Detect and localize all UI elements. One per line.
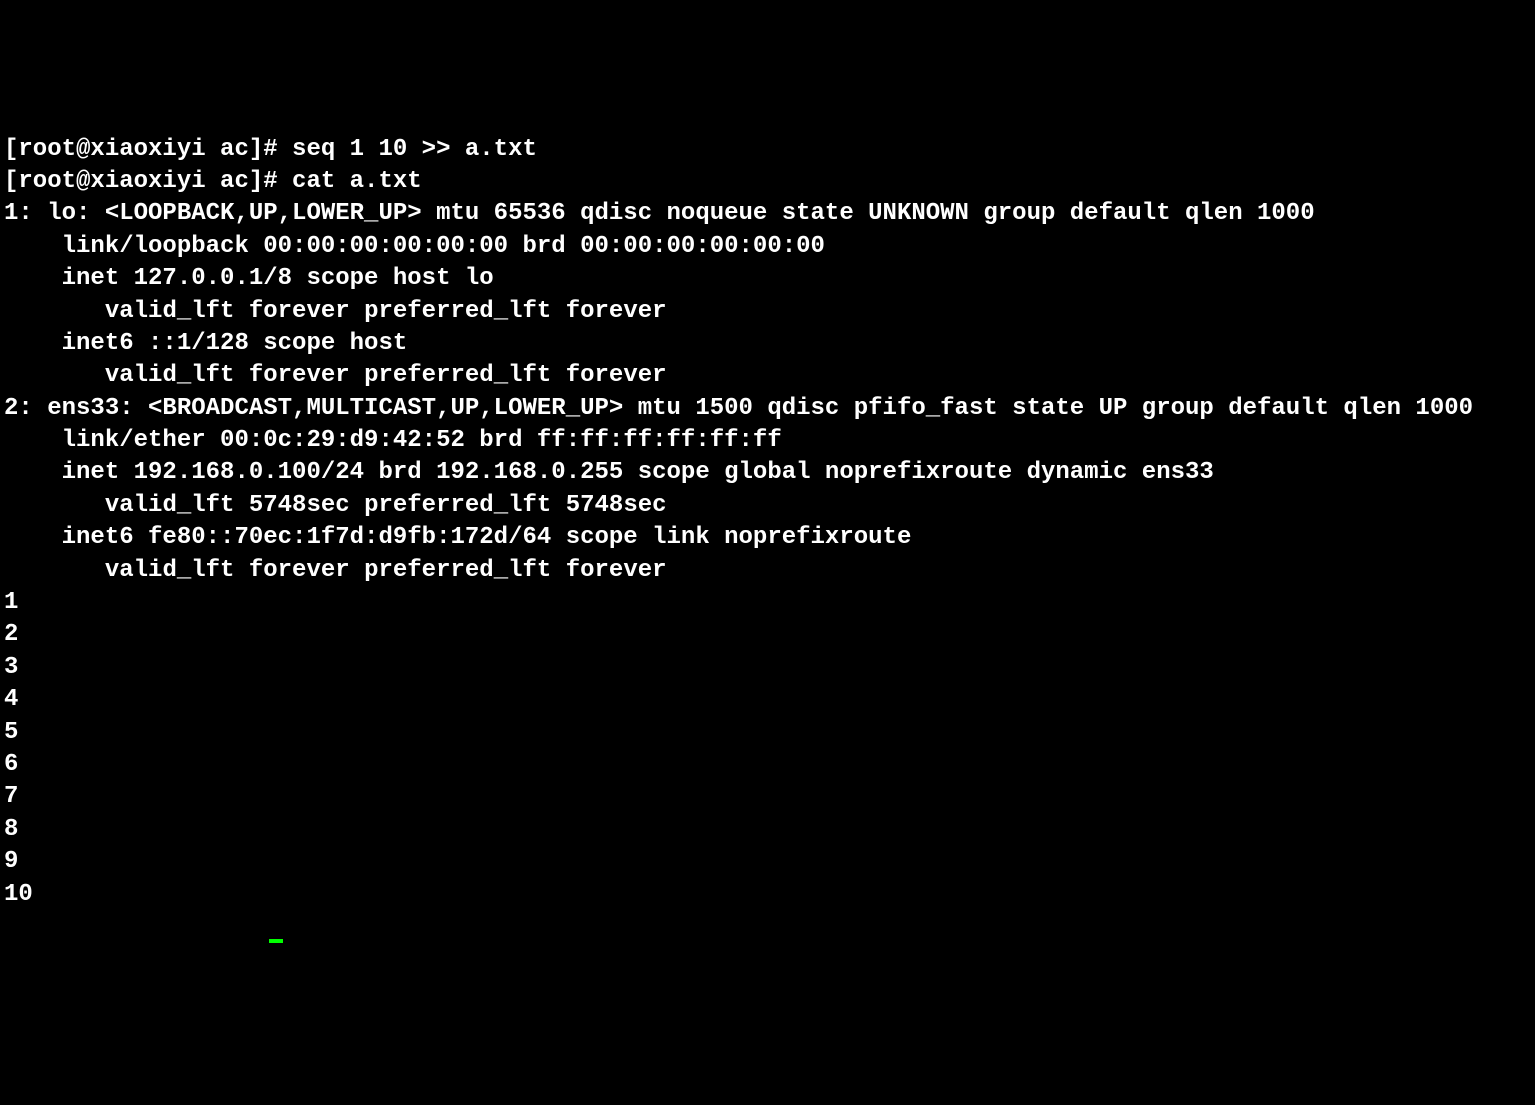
output-line: 8 xyxy=(4,814,1531,846)
command-line-1: [root@xiaoxiyi ac]# seq 1 10 >> a.txt xyxy=(4,134,1531,166)
output-line: 9 xyxy=(4,846,1531,878)
prompt: [root@xiaoxiyi ac]# xyxy=(4,168,292,195)
output-line: link/ether 00:0c:29:d9:42:52 brd ff:ff:f… xyxy=(4,425,1531,457)
output-line: 5 xyxy=(4,717,1531,749)
output-line: 6 xyxy=(4,749,1531,781)
output-line: 1 xyxy=(4,587,1531,619)
output-line: inet6 ::1/128 scope host xyxy=(4,328,1531,360)
output-line: link/loopback 00:00:00:00:00:00 brd 00:0… xyxy=(4,231,1531,263)
output-line: inet 192.168.0.100/24 brd 192.168.0.255 … xyxy=(4,457,1531,489)
output-line: valid_lft forever preferred_lft forever xyxy=(4,296,1531,328)
output-line: 3 xyxy=(4,652,1531,684)
output-line: 1: lo: <LOOPBACK,UP,LOWER_UP> mtu 65536 … xyxy=(4,198,1531,230)
terminal-window[interactable]: [root@xiaoxiyi ac]# seq 1 10 >> a.txt[ro… xyxy=(4,134,1531,944)
output-line: valid_lft forever preferred_lft forever xyxy=(4,360,1531,392)
command-line-2: [root@xiaoxiyi ac]# cat a.txt xyxy=(4,166,1531,198)
output-line: inet6 fe80::70ec:1f7d:d9fb:172d/64 scope… xyxy=(4,522,1531,554)
output-line: 10 xyxy=(4,879,1531,911)
output-line: 2: ens33: <BROADCAST,MULTICAST,UP,LOWER_… xyxy=(4,393,1531,425)
output-line: valid_lft forever preferred_lft forever xyxy=(4,555,1531,587)
output-line: inet 127.0.0.1/8 scope host lo xyxy=(4,263,1531,295)
command-text: cat a.txt xyxy=(292,168,422,195)
output-line: 2 xyxy=(4,619,1531,651)
output-line: valid_lft 5748sec preferred_lft 5748sec xyxy=(4,490,1531,522)
command-text: seq 1 10 >> a.txt xyxy=(292,136,537,163)
cursor-icon xyxy=(269,939,283,943)
output-line: 7 xyxy=(4,781,1531,813)
output-line: 4 xyxy=(4,684,1531,716)
prompt: [root@xiaoxiyi ac]# xyxy=(4,136,292,163)
